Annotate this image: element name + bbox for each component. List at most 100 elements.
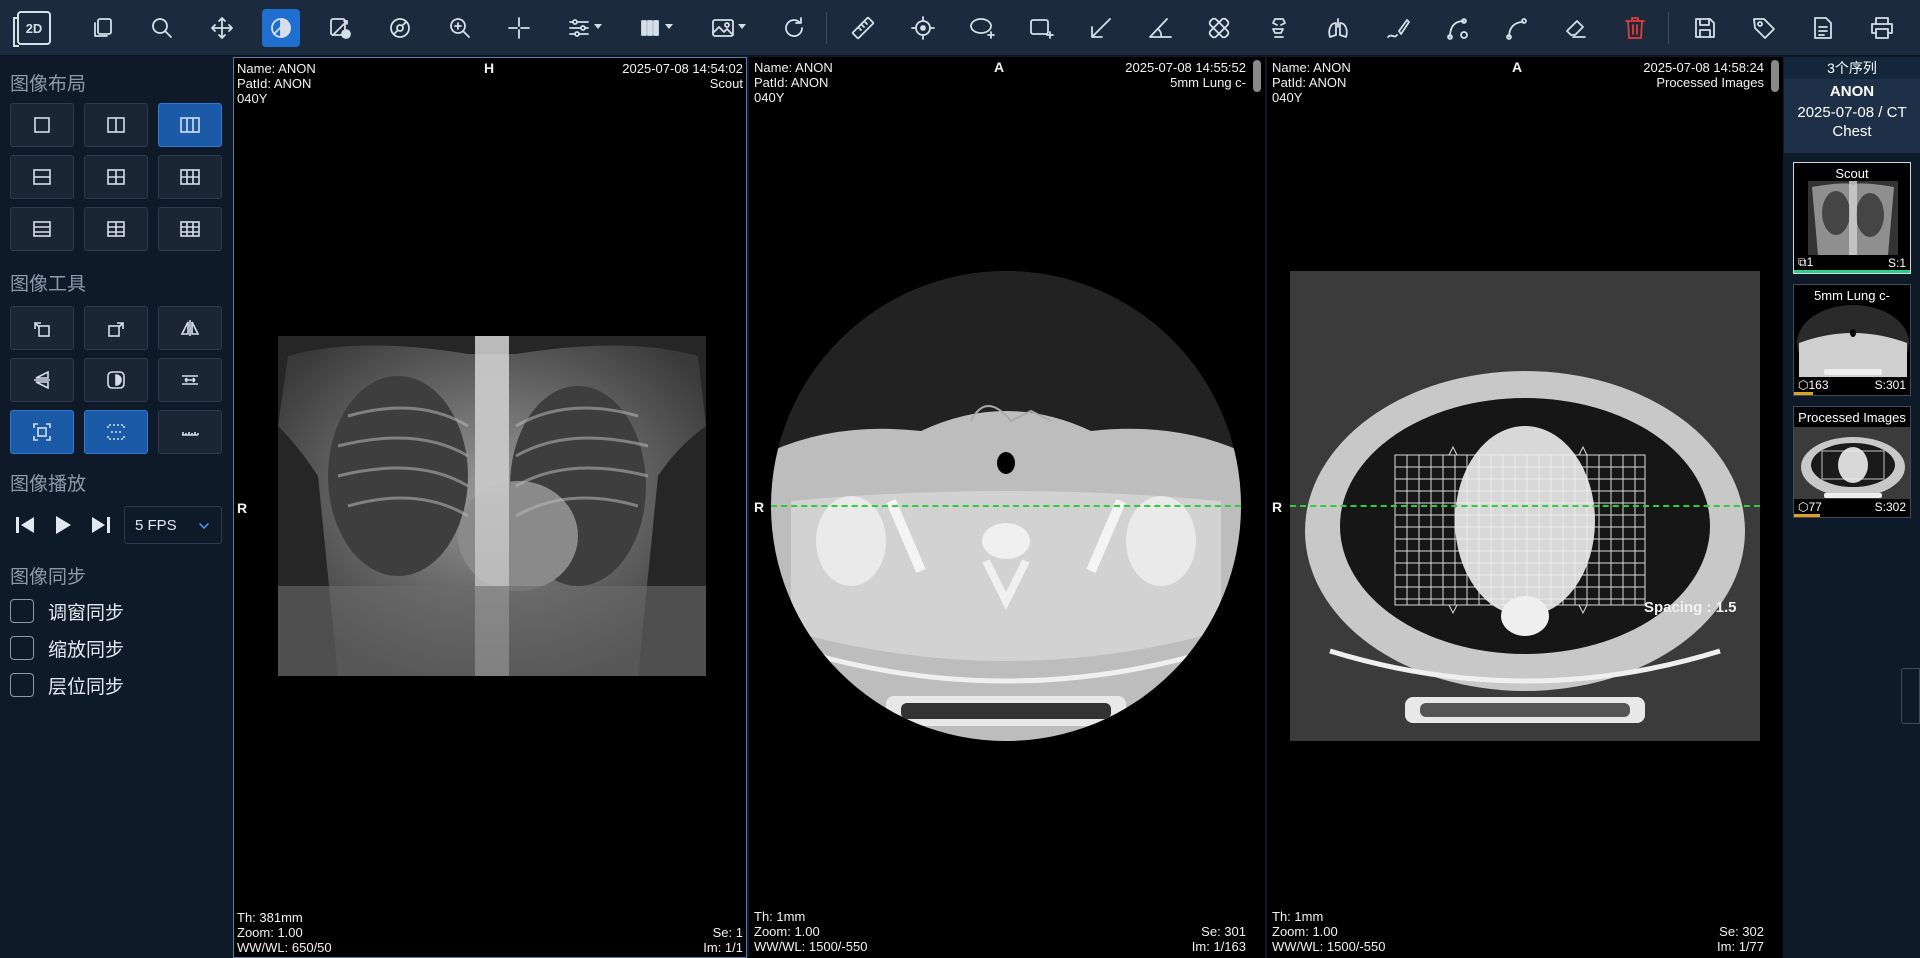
series-thumbnail-lung[interactable]: 5mm Lung c- ⬡163 S:301 — [1793, 284, 1911, 396]
spine-label-icon[interactable] — [1260, 9, 1298, 47]
thumbnail-load-bar — [1794, 270, 1910, 273]
overlay-patient-name: Name: ANON — [1272, 60, 1351, 75]
scale-ruler-button[interactable] — [158, 410, 222, 454]
sync-section-title: 图像同步 — [10, 567, 87, 588]
thumbnail-load-bar — [1794, 392, 1813, 395]
overlay-patient-name: Name: ANON — [237, 61, 316, 76]
patient-name: ANON — [1829, 83, 1875, 100]
slice-scrollbar[interactable] — [1253, 60, 1261, 92]
curve-tool-icon[interactable] — [1438, 9, 1476, 47]
ruler-icon[interactable] — [844, 9, 882, 47]
sync-zoom-label: 缩放同步 — [48, 639, 125, 661]
flip-vertical-button[interactable] — [10, 358, 74, 402]
fit-window-button[interactable] — [10, 410, 74, 454]
overlay-patient-id: PatId: ANON — [1272, 75, 1347, 90]
thumbnail-series-number: S:1 — [1887, 256, 1906, 270]
layout-1x3-button[interactable] — [158, 103, 222, 147]
layout-3x1-button[interactable] — [10, 207, 74, 251]
checkbox-icon[interactable] — [10, 599, 34, 623]
image-display-icon[interactable] — [704, 9, 746, 47]
layout-3x3-button[interactable] — [158, 207, 222, 251]
report-document-icon[interactable] — [1804, 9, 1842, 47]
overlay-series-label: Processed Images — [1656, 75, 1764, 90]
fps-select[interactable]: 5 FPS — [124, 506, 222, 544]
freehand-pen-icon[interactable] — [1379, 9, 1417, 47]
play-icon[interactable] — [48, 510, 78, 540]
adjust-settings-icon[interactable] — [560, 9, 602, 47]
sync-slice-checkbox[interactable]: 层位同步 — [10, 671, 124, 699]
arrow-icon[interactable] — [1082, 9, 1120, 47]
overlay-info-button[interactable] — [84, 410, 148, 454]
sync-slice-label: 层位同步 — [48, 676, 125, 698]
viewport-scout[interactable]: Name: ANON PatId: ANON 040Y H 2025-07-08… — [233, 57, 747, 958]
window-level-icon[interactable] — [262, 9, 300, 47]
fit-width-button[interactable] — [158, 358, 222, 402]
skip-first-icon[interactable] — [10, 510, 40, 540]
rectangle-roi-icon[interactable] — [1022, 9, 1060, 47]
layout-2x3-button[interactable] — [158, 155, 222, 199]
panel-collapse-handle[interactable] — [1901, 668, 1920, 724]
magnifier-icon[interactable] — [441, 9, 479, 47]
overlay-patient-age: 040Y — [754, 90, 785, 105]
layout-2x2-icon — [107, 169, 125, 185]
cobb-angle-icon[interactable] — [1497, 9, 1535, 47]
layout-1x3-icon — [180, 117, 200, 133]
zoom-search-icon[interactable] — [143, 9, 181, 47]
checkbox-icon[interactable] — [10, 673, 34, 697]
layout-1x2-button[interactable] — [84, 103, 148, 147]
logo-text: 2D — [25, 20, 43, 36]
layout-3x2-button[interactable] — [84, 207, 148, 251]
print-icon[interactable] — [1863, 9, 1901, 47]
thumbnail-title: Processed Images — [1798, 410, 1906, 425]
layout-grid-icon[interactable] — [631, 9, 673, 47]
layout-1x1-button[interactable] — [10, 103, 74, 147]
tag-label-icon[interactable] — [1745, 9, 1783, 47]
lung-shape-icon[interactable] — [1319, 9, 1357, 47]
point-target-icon[interactable] — [904, 9, 942, 47]
overlay-patient-age: 040Y — [237, 91, 268, 106]
chevron-down-icon — [738, 24, 746, 29]
bandage-icon[interactable] — [1200, 9, 1238, 47]
orientation-top-marker: A — [994, 59, 1005, 75]
series-stack-icon[interactable] — [84, 9, 122, 47]
sync-zoom-checkbox[interactable]: 缩放同步 — [10, 634, 124, 662]
layout-2x1-button[interactable] — [10, 155, 74, 199]
rotate-right-button[interactable] — [84, 306, 148, 350]
crosshair-icon[interactable] — [500, 9, 538, 47]
chest-scout-image — [278, 336, 706, 676]
study-body-part: Chest — [1832, 123, 1872, 140]
invert-button[interactable] — [84, 358, 148, 402]
toolbar-divider — [1668, 12, 1669, 44]
overlay-zoom: Zoom: 1.00 — [754, 924, 820, 939]
viewport-processed[interactable]: Spacing : 1.5 Name: ANON PatId: ANON 040… — [1267, 57, 1783, 958]
eraser-icon[interactable] — [1557, 9, 1595, 47]
series-thumbnail-processed[interactable]: Processed Images ⬡77 S:302 — [1793, 406, 1911, 518]
skip-last-icon[interactable] — [86, 510, 116, 540]
angle-icon[interactable] — [1141, 9, 1179, 47]
layout-2x2-button[interactable] — [84, 155, 148, 199]
overlay-zoom: Zoom: 1.00 — [1272, 924, 1338, 939]
slice-scrollbar[interactable] — [1771, 60, 1779, 92]
image-count-value: 1 — [1806, 255, 1814, 269]
flip-vertical-icon — [34, 370, 50, 390]
refresh-rotate-icon[interactable] — [775, 9, 813, 47]
layout-2x1-icon — [33, 169, 51, 185]
series-thumbnail-scout[interactable]: Scout ⧉1 S:1 — [1793, 162, 1911, 274]
viewport-lung[interactable]: Name: ANON PatId: ANON 040Y A 2025-07-08… — [749, 57, 1265, 958]
rotate-3d-icon[interactable] — [381, 9, 419, 47]
reset-view-icon[interactable] — [321, 9, 359, 47]
checkbox-icon[interactable] — [10, 636, 34, 660]
app-logo-2d-icon[interactable]: 2D — [13, 11, 51, 47]
flip-horizontal-button[interactable] — [158, 306, 222, 350]
orientation-left-marker: R — [1272, 499, 1283, 515]
ellipse-roi-icon[interactable] — [963, 9, 1001, 47]
delete-trash-icon[interactable] — [1616, 9, 1654, 47]
rotate-left-button[interactable] — [10, 306, 74, 350]
thumbnail-processed-image — [1794, 427, 1910, 499]
save-icon[interactable] — [1686, 9, 1724, 47]
sync-window-checkbox[interactable]: 调窗同步 — [10, 597, 124, 625]
layout-section-title: 图像布局 — [10, 74, 87, 95]
thumbnail-series-number: S:301 — [1874, 378, 1906, 392]
pan-move-icon[interactable] — [203, 9, 241, 47]
overlay-series-label: Scout — [709, 76, 743, 91]
